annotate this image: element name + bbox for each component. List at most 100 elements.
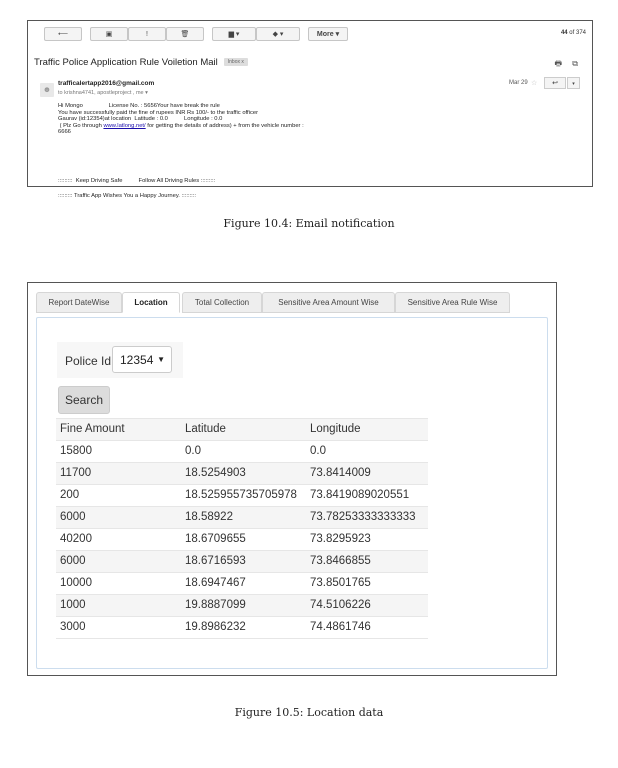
reply-more-button[interactable]: ▾ xyxy=(567,77,580,89)
report-spam-button[interactable]: ! xyxy=(128,27,166,41)
more-button[interactable]: More ▾ xyxy=(308,27,348,41)
delete-button[interactable]: 🗑 xyxy=(166,27,204,41)
latitude-cell: 18.58922 xyxy=(185,511,233,523)
figure-caption: Figure 10.5: Location data xyxy=(234,706,384,719)
email-date: Mar 29 xyxy=(509,80,528,86)
table-row: 10000 18.6947467 73.8501765 xyxy=(56,572,428,594)
archive-button[interactable]: ▣ xyxy=(90,27,128,41)
latitude-cell: 19.8986232 xyxy=(185,621,246,633)
body-line: Gaurav (id:12354)at location Latitude : … xyxy=(58,116,223,123)
archive-icon: ▣ xyxy=(105,31,113,38)
column-header-latitude: Latitude xyxy=(185,423,226,435)
column-header-longitude: Longitude xyxy=(310,423,361,435)
table-header: Fine Amount Latitude Longitude xyxy=(56,418,428,440)
reply-button[interactable]: ↩ xyxy=(544,77,566,89)
body-line: You have successfully paid the fine of r… xyxy=(58,109,258,116)
chevron-down-icon: ▾ xyxy=(572,81,575,87)
latitude-cell: 18.6947467 xyxy=(185,577,246,589)
avatar: ☻ xyxy=(40,83,54,97)
police-id-value: 12354 xyxy=(120,352,154,367)
trash-icon: 🗑 xyxy=(180,31,190,38)
pager-total: of 374 xyxy=(567,30,586,36)
table-bottom-border xyxy=(56,638,428,639)
table-row: 3000 19.8986232 74.4861746 xyxy=(56,616,428,638)
email-body: Hi Mongo License No. : 5656Your have bre… xyxy=(58,103,304,136)
latitude-cell: 19.8887099 xyxy=(185,599,246,611)
sender-address[interactable]: trafficalertapp2016@gmail.com xyxy=(58,80,154,87)
latitude-cell: 18.6716593 xyxy=(185,555,246,567)
reply-icon: ↩ xyxy=(552,80,558,87)
pager: 44 of 374 xyxy=(561,30,586,36)
tab-total-collection[interactable]: Total Collection xyxy=(182,292,262,313)
back-arrow-icon: ⟵ xyxy=(57,31,69,38)
longitude-cell: 74.5106226 xyxy=(310,599,371,611)
table-row: 15800 0.0 0.0 xyxy=(56,440,428,462)
table-row: 200 18.525955735705978 73.8419089020551 xyxy=(56,484,428,506)
fine-amount-cell: 6000 xyxy=(60,511,86,523)
latitude-cell: 0.0 xyxy=(185,445,201,457)
move-to-button[interactable]: ▆ ▾ xyxy=(212,27,256,41)
fine-amount-cell: 40200 xyxy=(60,533,92,545)
fine-amount-cell: 3000 xyxy=(60,621,86,633)
figure-caption: Figure 10.4: Email notification xyxy=(223,217,395,230)
chevron-down-icon: ▼ xyxy=(157,355,165,364)
latitude-cell: 18.5254903 xyxy=(185,467,246,479)
tab-sensitive-area-rule[interactable]: Sensitive Area Rule Wise xyxy=(395,292,510,313)
inbox-label-chip[interactable]: Inbox x xyxy=(223,58,248,67)
labels-button[interactable]: ◆ ▾ xyxy=(256,27,300,41)
fine-amount-cell: 11700 xyxy=(60,467,92,479)
subject-text: Traffic Police Application Rule Voiletio… xyxy=(34,57,218,68)
fine-amount-cell: 1000 xyxy=(60,599,86,611)
police-id-select[interactable]: 12354 ▼ xyxy=(112,346,172,373)
longitude-cell: 73.8414009 xyxy=(310,467,371,479)
latitude-cell: 18.6709655 xyxy=(185,533,246,545)
body-line: ( Plz Go through www.latlong.net/ for ge… xyxy=(58,123,304,130)
column-header-fine-amount: Fine Amount xyxy=(60,423,125,435)
body-line: Hi Mongo License No. : 5656Your have bre… xyxy=(58,103,220,109)
table-row: 6000 18.6716593 73.8466855 xyxy=(56,550,428,572)
body-link-prefix: ( Plz Go through xyxy=(58,122,104,129)
location-panel: Police Id: 12354 ▼ Search Fine Amount La… xyxy=(36,317,548,669)
police-id-label: Police Id: xyxy=(65,354,115,368)
star-icon[interactable]: ☆ xyxy=(531,79,537,87)
tab-location[interactable]: Location xyxy=(122,292,180,313)
email-footer-line: ::::::::: Keep Driving Safe Follow All D… xyxy=(58,178,216,184)
table-row: 1000 19.8887099 74.5106226 xyxy=(56,594,428,616)
email-notification-screenshot: ⟵ ▣ ! 🗑 ▆ ▾ ◆ ▾ More ▾ 44 of 374 Traffic… xyxy=(27,20,593,199)
tab-report-datewise[interactable]: Report DateWise xyxy=(36,292,122,313)
back-button[interactable]: ⟵ xyxy=(44,27,82,41)
longitude-cell: 73.8419089020551 xyxy=(310,489,410,501)
spam-icon: ! xyxy=(146,30,148,38)
longitude-cell: 73.78253333333333 xyxy=(310,511,416,523)
longitude-cell: 73.8466855 xyxy=(310,555,371,567)
email-toolbar: ⟵ ▣ ! 🗑 ▆ ▾ ◆ ▾ More ▾ 44 of 374 xyxy=(28,21,592,47)
fine-amount-cell: 15800 xyxy=(60,445,92,457)
folder-icon: ▆ ▾ xyxy=(228,31,240,38)
longitude-cell: 73.8501765 xyxy=(310,577,371,589)
longitude-cell: 73.8295923 xyxy=(310,533,371,545)
print-icon[interactable]: 🖶 ⧉ xyxy=(555,58,583,72)
tab-sensitive-area-amount[interactable]: Sensitive Area Amount Wise xyxy=(262,292,395,313)
latlong-link[interactable]: www.latlong.net/ xyxy=(103,123,145,129)
fine-amount-cell: 6000 xyxy=(60,555,86,567)
email-footer-line: ::::::::: Traffic App Wishes You a Happy… xyxy=(58,193,197,199)
recipients[interactable]: to krishna4741, apostleproject , me ▾ xyxy=(58,90,148,96)
table-row: 6000 18.58922 73.78253333333333 xyxy=(56,506,428,528)
police-id-filter: Police Id: 12354 ▼ xyxy=(57,342,183,378)
table-row: 11700 18.5254903 73.8414009 xyxy=(56,462,428,484)
email-subject: Traffic Police Application Rule Voiletio… xyxy=(34,57,248,68)
latitude-cell: 18.525955735705978 xyxy=(185,489,297,501)
location-report-screenshot: Report DateWise Location Total Collectio… xyxy=(27,282,557,676)
table-row: 40200 18.6709655 73.8295923 xyxy=(56,528,428,550)
search-row: Search xyxy=(56,382,428,418)
longitude-cell: 74.4861746 xyxy=(310,621,371,633)
body-link-suffix: for getting the details of address) + fr… xyxy=(145,122,304,129)
search-button[interactable]: Search xyxy=(58,386,110,414)
pager-current: 44 xyxy=(560,30,568,36)
longitude-cell: 0.0 xyxy=(310,445,326,457)
body-line: 6666 xyxy=(58,129,71,136)
fine-amount-cell: 200 xyxy=(60,489,80,501)
label-icon: ◆ ▾ xyxy=(272,31,284,38)
location-table: Search Fine Amount Latitude Longitude 15… xyxy=(56,382,428,639)
fine-amount-cell: 10000 xyxy=(60,577,92,589)
